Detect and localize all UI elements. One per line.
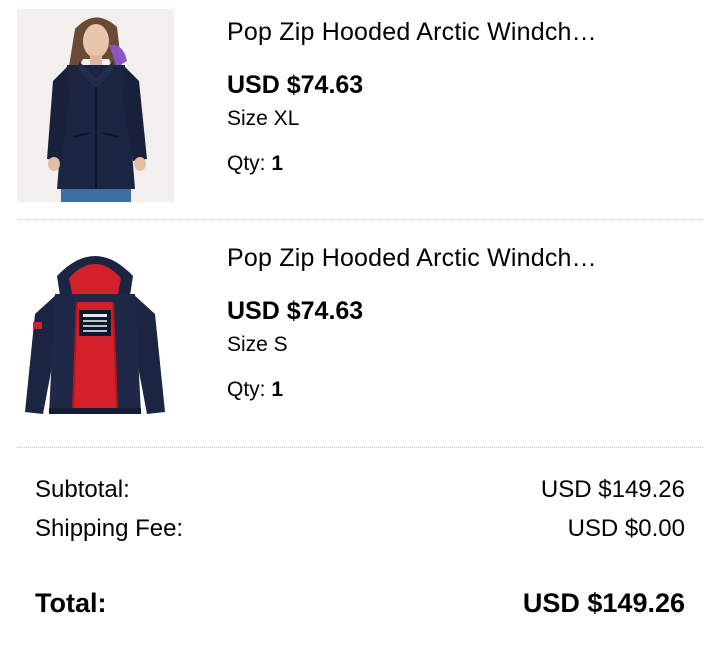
product-name[interactable]: Pop Zip Hooded Arctic Windch… (227, 18, 597, 47)
total-value: USD $149.26 (522, 588, 685, 618)
product-name[interactable]: Pop Zip Hooded Arctic Windch… (227, 244, 597, 273)
total-label: Total: (35, 588, 107, 618)
cart-item[interactable]: Pop Zip Hooded Arctic Windch… USD $74.63… (0, 226, 720, 446)
product-quantity: Qty: 1 (227, 378, 283, 402)
quantity-value: 1 (271, 152, 284, 175)
product-price: USD $74.63 (227, 71, 364, 99)
product-quantity: Qty: 1 (227, 152, 283, 176)
subtotal-row: Subtotal: USD $149.26 (35, 476, 685, 506)
subtotal-label: Subtotal: (35, 476, 130, 503)
shipping-row: Shipping Fee: USD $0.00 (35, 515, 685, 545)
quantity-label: Qty: (227, 152, 266, 175)
product-price: USD $74.63 (227, 297, 364, 325)
quantity-value: 1 (271, 378, 284, 401)
cart-item[interactable]: Pop Zip Hooded Arctic Windch… USD $74.63… (0, 0, 720, 220)
divider (17, 447, 703, 448)
divider (17, 219, 703, 220)
shipping-label: Shipping Fee: (35, 515, 184, 542)
product-size: Size S (227, 333, 288, 356)
quantity-label: Qty: (227, 378, 266, 401)
product-image[interactable] (17, 9, 174, 202)
shipping-value: USD $0.00 (567, 515, 685, 542)
subtotal-value: USD $149.26 (540, 476, 685, 503)
product-image[interactable] (17, 236, 174, 429)
product-size: Size XL (227, 107, 300, 130)
total-row: Total: USD $149.26 (35, 588, 685, 624)
